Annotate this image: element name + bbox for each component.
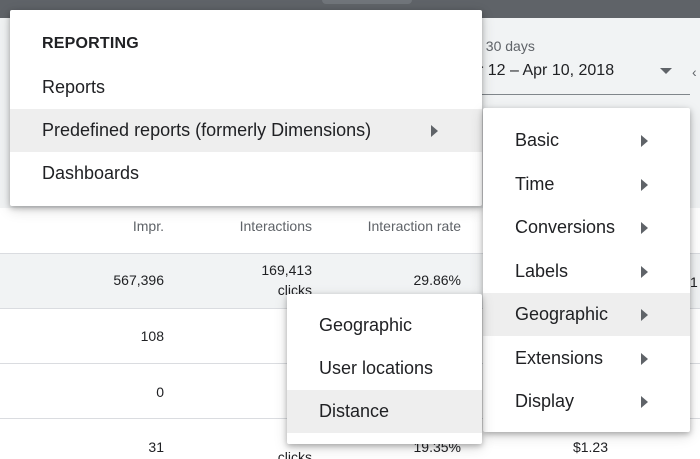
date-range-label: t 30 days — [478, 38, 535, 54]
impr-cell: 108 — [140, 328, 164, 344]
menu-item-predefined-reports[interactable]: Predefined reports (formerly Dimensions) — [10, 109, 482, 152]
submenu-item-conversions[interactable]: Conversions — [483, 206, 690, 249]
interaction-rate-cell: 29.86% — [413, 272, 461, 288]
menu-item-label: Geographic — [319, 315, 413, 335]
date-range-underline — [478, 94, 690, 95]
menu-item-label: Geographic — [515, 304, 609, 324]
column-header-interaction-rate[interactable]: Interaction rate — [330, 218, 461, 234]
chevron-right-icon — [641, 179, 648, 191]
column-header-impr[interactable]: Impr. — [100, 218, 164, 234]
submenu-item-geographic[interactable]: Geographic — [483, 293, 690, 336]
menu-item-label: Basic — [515, 130, 560, 150]
menu-item-label: Labels — [515, 261, 569, 281]
geo-item-geographic[interactable]: Geographic — [287, 304, 482, 347]
date-previous-chevron-icon[interactable]: ‹ — [692, 64, 697, 80]
geo-item-user-locations[interactable]: User locations — [287, 347, 482, 390]
interactions-unit: clicks — [277, 449, 312, 459]
menu-item-dashboards[interactable]: Dashboards — [10, 152, 482, 195]
predefined-reports-submenu: Basic Time Conversions Labels Geographic… — [483, 108, 690, 432]
geographic-submenu: Geographic User locations Distance — [287, 294, 482, 444]
top-bar-tab — [322, 0, 412, 4]
chevron-right-icon — [641, 266, 648, 278]
column-header-interactions[interactable]: Interactions — [200, 218, 312, 234]
menu-item-label: Extensions — [515, 348, 604, 368]
impr-cell: 0 — [156, 384, 164, 400]
menu-item-label: Dashboards — [42, 163, 140, 183]
chevron-right-icon — [431, 125, 438, 137]
submenu-item-time[interactable]: Time — [483, 163, 690, 206]
chevron-right-icon — [641, 135, 648, 147]
chevron-right-icon — [641, 309, 648, 321]
menu-item-label: User locations — [319, 358, 434, 378]
submenu-item-basic[interactable]: Basic — [483, 119, 690, 162]
reporting-menu: REPORTING Reports Predefined reports (fo… — [10, 10, 482, 206]
menu-item-label: Predefined reports (formerly Dimensions) — [42, 120, 372, 140]
menu-item-label: Display — [515, 391, 575, 411]
submenu-item-labels[interactable]: Labels — [483, 250, 690, 293]
interactions-cell: 169,413 — [261, 262, 312, 278]
submenu-item-display[interactable]: Display — [483, 380, 690, 423]
menu-item-label: Conversions — [515, 217, 616, 237]
geo-item-distance[interactable]: Distance — [287, 390, 482, 433]
menu-item-label: Time — [515, 174, 555, 194]
chevron-right-icon — [641, 222, 648, 234]
date-dropdown-caret-icon[interactable] — [660, 68, 672, 74]
chevron-right-icon — [641, 353, 648, 365]
submenu-item-extensions[interactable]: Extensions — [483, 337, 690, 380]
menu-item-label: Distance — [319, 401, 390, 421]
date-range-value[interactable]: r 12 – Apr 10, 2018 — [478, 62, 614, 80]
impr-cell: 31 — [148, 439, 164, 455]
menu-item-reports[interactable]: Reports — [10, 66, 482, 109]
edge-cell: 1 — [690, 274, 698, 290]
cost-cell: $1.23 — [572, 439, 608, 455]
menu-item-label: Reports — [42, 77, 106, 97]
chevron-right-icon — [641, 396, 648, 408]
menu-heading: REPORTING — [42, 35, 139, 52]
impr-cell: 567,396 — [113, 272, 164, 288]
